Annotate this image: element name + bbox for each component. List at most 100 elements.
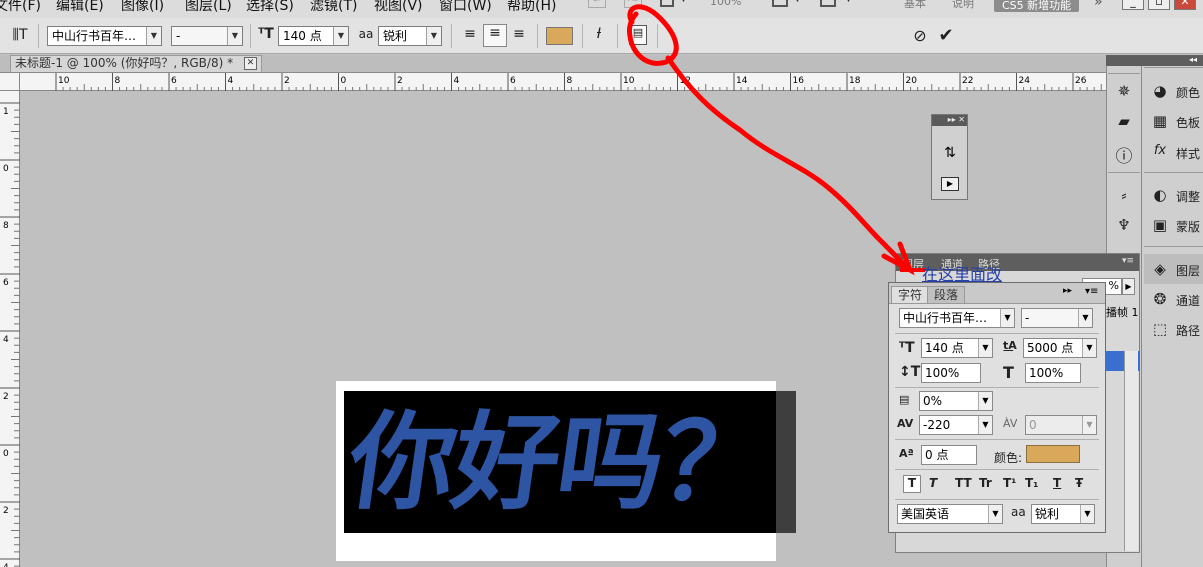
brush-icon[interactable]: ⸗: [1113, 186, 1135, 204]
restore-icon[interactable]: ▫: [1148, 0, 1170, 10]
strikethrough-button[interactable]: Ŧ: [1075, 476, 1083, 490]
panel-menu-icon[interactable]: ▾≡: [1122, 256, 1134, 266]
superscript-button[interactable]: T¹: [1003, 476, 1016, 490]
commit-icon[interactable]: ✔: [935, 25, 957, 46]
font-style-select[interactable]: - ▼: [171, 26, 243, 46]
subscript-button[interactable]: T₁: [1025, 476, 1038, 490]
dock-label-channels[interactable]: 通道: [1176, 292, 1200, 309]
chevron-right-icon[interactable]: ▶: [1122, 278, 1135, 295]
info-icon[interactable]: ⓘ: [1113, 142, 1135, 167]
zoom-level[interactable]: 100%: [710, 0, 741, 8]
close-tab-icon[interactable]: ✕: [244, 57, 257, 70]
divider: [1108, 172, 1140, 173]
menu-image[interactable]: 图像(I): [121, 0, 164, 15]
mini-panel-header[interactable]: ▸▸ ✕: [932, 115, 967, 126]
font-family-select[interactable]: 中山行书百年… ▼: [47, 26, 162, 46]
all-caps-button[interactable]: TT: [955, 476, 972, 490]
navigator-icon[interactable]: ✵: [1113, 82, 1135, 100]
menu-filter[interactable]: 滤镜(T): [310, 0, 357, 15]
ruler-ticks: 10 8 6 4 2 0 2 4 6 8 10 12 14 16 18 20 22 24 26: [55, 73, 1102, 91]
font-style-select[interactable]: - ▼: [1021, 308, 1093, 328]
screen-mode-icon[interactable]: [820, 0, 836, 7]
canvas-text[interactable]: 你好吗？: [340, 391, 800, 533]
cs5-new-features-button[interactable]: CS5 新增功能: [994, 0, 1080, 12]
tracking-select[interactable]: -220 ▼: [919, 415, 993, 435]
scrollbar[interactable]: [1124, 351, 1138, 551]
horizontal-scale-field[interactable]: 100%: [1025, 363, 1081, 383]
kerning-select[interactable]: 0 ▼: [1025, 415, 1097, 435]
adjustments-icon[interactable]: ◐: [1150, 186, 1170, 204]
warp-text-icon[interactable]: Ɨ: [588, 26, 610, 42]
arrange-icon[interactable]: [772, 0, 788, 7]
close-icon[interactable]: ✕: [1174, 0, 1196, 10]
dock-label-masks[interactable]: 蒙版: [1176, 218, 1200, 235]
font-size-select[interactable]: 140 点 ▼: [278, 26, 349, 46]
tsume-select[interactable]: 0% ▼: [919, 391, 993, 411]
actions-icon[interactable]: ▶: [941, 177, 959, 191]
tab-paragraph[interactable]: 段落: [927, 286, 966, 303]
dock-label-layers[interactable]: 图层: [1176, 262, 1200, 279]
channels-icon[interactable]: ❂: [1150, 290, 1170, 308]
dock-label-adjustments[interactable]: 调整: [1176, 188, 1200, 205]
text-tool-icon[interactable]: ⫼T: [10, 27, 30, 43]
minimize-icon[interactable]: _: [1122, 0, 1144, 10]
panel-menu-icon[interactable]: ▾≡: [1085, 286, 1098, 297]
tab-character[interactable]: 字符: [891, 286, 930, 303]
workspace-essentials[interactable]: 基本: [904, 0, 926, 11]
anti-alias-select[interactable]: 锐利 ▼: [378, 26, 442, 46]
vertical-scale-field[interactable]: 100%: [921, 363, 981, 383]
dock-label-color[interactable]: 颜色: [1176, 84, 1200, 101]
text-color-swatch[interactable]: [1026, 445, 1080, 463]
chevron-down-icon: ▼: [978, 339, 992, 357]
tab-layers[interactable]: 图层: [902, 256, 924, 272]
dock-collapse-bar[interactable]: ◂◂: [1106, 55, 1203, 66]
character-panel-toggle-icon[interactable]: ▤: [629, 25, 647, 45]
more-workspaces-icon[interactable]: »: [1094, 0, 1103, 10]
menu-help[interactable]: 帮助(H): [507, 0, 556, 15]
divider: [1144, 246, 1203, 247]
guides-icon[interactable]: [660, 0, 674, 7]
menu-file[interactable]: 文件(F): [0, 0, 41, 15]
dock-label-swatches[interactable]: 色板: [1176, 114, 1200, 131]
swatches-icon[interactable]: ▦: [1150, 112, 1170, 130]
bridge-icon[interactable]: Br: [588, 0, 606, 8]
dock-label-paths[interactable]: 路径: [1176, 322, 1200, 339]
masks-icon[interactable]: ▣: [1150, 216, 1170, 234]
faux-italic-button[interactable]: T: [929, 476, 937, 490]
collapse-icon[interactable]: ▸▸: [1063, 286, 1072, 296]
font-family-select[interactable]: 中山行书百年… ▼: [899, 308, 1015, 328]
history-icon[interactable]: ⇅: [941, 145, 959, 163]
leading-select[interactable]: 5000 点 ▼: [1023, 338, 1097, 358]
document-tab[interactable]: 未标题-1 @ 100% (你好吗？, RGB/8) * ✕: [10, 55, 262, 72]
dropdown-arrow-icon[interactable]: ▼: [845, 0, 852, 4]
cancel-icon[interactable]: ⊘: [909, 26, 931, 45]
small-caps-button[interactable]: Tr: [979, 476, 992, 490]
language-select[interactable]: 美国英语 ▼: [897, 504, 1003, 524]
anti-alias-select[interactable]: 锐利 ▼: [1031, 504, 1095, 524]
faux-bold-button[interactable]: T: [903, 475, 921, 493]
menu-select[interactable]: 选择(S): [246, 0, 294, 15]
align-right-icon[interactable]: ≡: [509, 26, 529, 42]
menu-layer[interactable]: 图层(L): [185, 0, 232, 15]
histogram-icon[interactable]: ▰: [1113, 112, 1135, 130]
text-color-swatch[interactable]: [546, 27, 573, 45]
font-size-select[interactable]: 140 点 ▼: [921, 338, 993, 358]
menu-edit[interactable]: 编辑(E): [56, 0, 104, 15]
dropdown-arrow-icon[interactable]: ▼: [680, 0, 687, 4]
dock-label-styles[interactable]: 样式: [1176, 145, 1200, 162]
align-left-icon[interactable]: ≡: [460, 26, 480, 42]
dropdown-arrow-icon[interactable]: ▼: [794, 0, 801, 4]
underline-button[interactable]: T: [1053, 476, 1061, 490]
styles-icon[interactable]: fx: [1150, 143, 1170, 158]
ruler-label: 2: [3, 506, 9, 516]
minibridge-icon[interactable]: Mb: [624, 0, 642, 8]
paths-icon[interactable]: ⬚: [1150, 320, 1170, 338]
layers-icon[interactable]: ◈: [1150, 260, 1170, 278]
clone-icon[interactable]: ♆: [1113, 216, 1135, 234]
align-center-icon[interactable]: ≡: [483, 24, 507, 47]
menu-view[interactable]: 视图(V): [374, 0, 423, 15]
workspace-typography[interactable]: 说明: [952, 0, 974, 11]
baseline-shift-field[interactable]: 0 点: [921, 445, 977, 465]
color-icon[interactable]: ◕: [1150, 82, 1170, 100]
menu-window[interactable]: 窗口(W): [439, 0, 492, 15]
